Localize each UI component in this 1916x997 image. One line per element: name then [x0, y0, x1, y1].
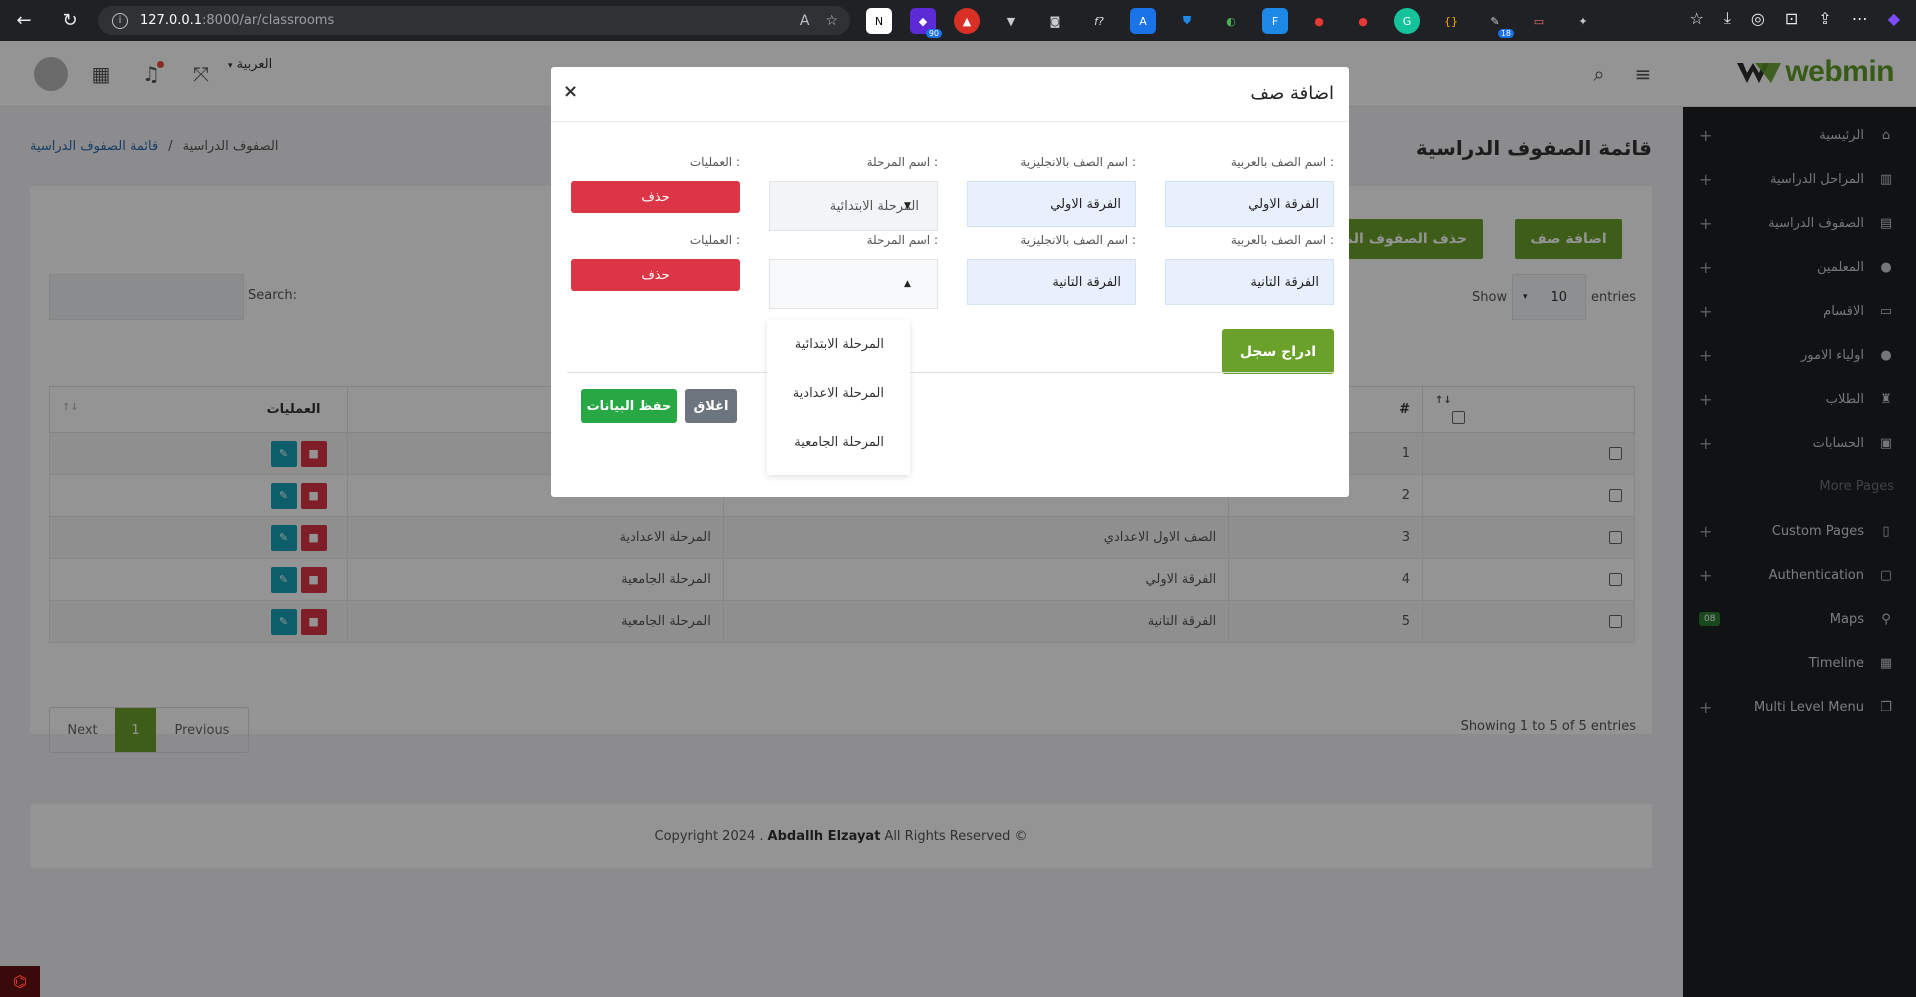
favorite-star-icon[interactable]: ☆ — [825, 13, 838, 29]
name-en-input[interactable]: الفرقة الاولي — [967, 181, 1136, 227]
extension-icon[interactable]: ✎ 18 — [1482, 8, 1514, 38]
share-icon[interactable]: ⇪ — [1818, 9, 1831, 28]
copilot-icon[interactable]: ◆ — [1888, 9, 1900, 28]
extension-icon[interactable]: ▭ — [1526, 8, 1552, 34]
read-aloud-icon[interactable]: A — [800, 13, 810, 29]
extensions-row: N ◆ 90 ▲ ▼ ◙ f? A ⛊ ◐ F ● ● G {} ✎ 18 ▭ ✦ — [866, 8, 1596, 38]
downloads-icon[interactable]: ⤓ — [1724, 8, 1731, 28]
label-stage: اسم المرحلة : — [866, 155, 938, 169]
debugbar-toggle-icon[interactable]: ⌬ — [0, 966, 40, 997]
browser-toolbar: ← ↻ i 127.0.0.1:8000/ar/classrooms A ☆ N… — [0, 0, 1916, 41]
chevron-down-icon: ▼ — [904, 201, 911, 211]
chevron-up-icon: ▲ — [904, 279, 911, 289]
name-en-input[interactable]: الفرقة التانية — [967, 259, 1136, 305]
stage-option[interactable]: المرحلة الابتدائية — [767, 320, 910, 369]
label-name-en: اسم الصف بالانجليزية : — [1020, 155, 1136, 169]
grammarly-extension-icon[interactable]: G — [1394, 8, 1420, 34]
label-stage: اسم المرحلة : — [866, 233, 938, 247]
stage-select[interactable]: ▼ المرحلة الابتدائية — [769, 181, 938, 231]
insert-row-button[interactable]: ادراج سجل — [1222, 329, 1334, 374]
name-ar-input[interactable]: الفرقة التانية — [1165, 259, 1334, 305]
modal-close-button[interactable]: اغلاق — [685, 389, 737, 423]
delete-row-button[interactable]: حذف — [571, 181, 740, 213]
name-ar-input[interactable]: الفرقة الاولي — [1165, 181, 1334, 227]
label-name-en: اسم الصف بالانجليزية : — [1020, 233, 1136, 247]
translate-extension-icon[interactable]: A — [1130, 8, 1156, 34]
back-icon[interactable]: ← — [10, 7, 38, 35]
font-extension-icon[interactable]: f? — [1086, 8, 1112, 34]
notion-extension-icon[interactable]: N — [866, 8, 892, 34]
stage-option[interactable]: المرحلة الجامعية — [767, 418, 910, 467]
save-data-button[interactable]: حفظ البيانات — [581, 389, 677, 423]
extension-icon[interactable]: ◆ 90 — [910, 8, 942, 38]
extension-icon[interactable]: ● — [1306, 8, 1332, 34]
extension-icon[interactable]: ◐ — [1218, 8, 1244, 34]
delete-row-button[interactable]: حذف — [571, 259, 740, 291]
browser-actions: ☆ ⤓ ◎ ⊡ ⇪ ⋯ ◆ — [1689, 8, 1900, 28]
shield-extension-icon[interactable]: ⛊ — [1174, 8, 1200, 34]
modal-title: اضافة صف — [1250, 83, 1334, 104]
camera-extension-icon[interactable]: ◙ — [1042, 8, 1068, 34]
info-icon[interactable]: i — [112, 12, 128, 29]
more-menu-icon[interactable]: ⋯ — [1852, 9, 1868, 28]
puzzle-extensions-icon[interactable]: ✦ — [1570, 8, 1596, 34]
add-classroom-modal: اضافة صف × اسم الصف بالعربية : اسم الصف … — [551, 67, 1349, 497]
label-operations: العمليات : — [689, 233, 740, 247]
extension-icon[interactable]: ● — [1350, 8, 1376, 34]
url-host: 127.0.0.1 — [140, 13, 203, 28]
extension-icon[interactable]: F — [1262, 8, 1288, 34]
stage-select-open[interactable]: ▲ — [769, 259, 938, 309]
stage-dropdown-menu: المرحلة الابتدائية المرحلة الاعدادية الم… — [767, 320, 910, 475]
label-name-ar: اسم الصف بالعربية : — [1230, 155, 1334, 169]
url-path: :8000/ar/classrooms — [202, 13, 335, 28]
screenshot-icon[interactable]: ⊡ — [1785, 9, 1798, 28]
stage-option[interactable]: المرحلة الاعدادية — [767, 369, 910, 418]
extension-badge: 90 — [925, 29, 942, 38]
reload-icon[interactable]: ↻ — [56, 7, 84, 35]
address-bar[interactable]: i 127.0.0.1:8000/ar/classrooms A ☆ — [98, 6, 850, 35]
extension-icon[interactable]: ▲ — [954, 8, 980, 34]
label-name-ar: اسم الصف بالعربية : — [1230, 233, 1334, 247]
label-operations: العمليات : — [689, 155, 740, 169]
modal-header: اضافة صف × — [551, 67, 1349, 122]
favorites-icon[interactable]: ☆ — [1689, 9, 1703, 28]
json-extension-icon[interactable]: {} — [1438, 8, 1464, 34]
modal-footer-divider — [567, 372, 1334, 373]
vue-extension-icon[interactable]: ▼ — [998, 8, 1024, 34]
close-icon[interactable]: × — [563, 81, 578, 102]
extension-badge: 18 — [1497, 29, 1514, 38]
browser-essentials-icon[interactable]: ◎ — [1751, 9, 1765, 28]
